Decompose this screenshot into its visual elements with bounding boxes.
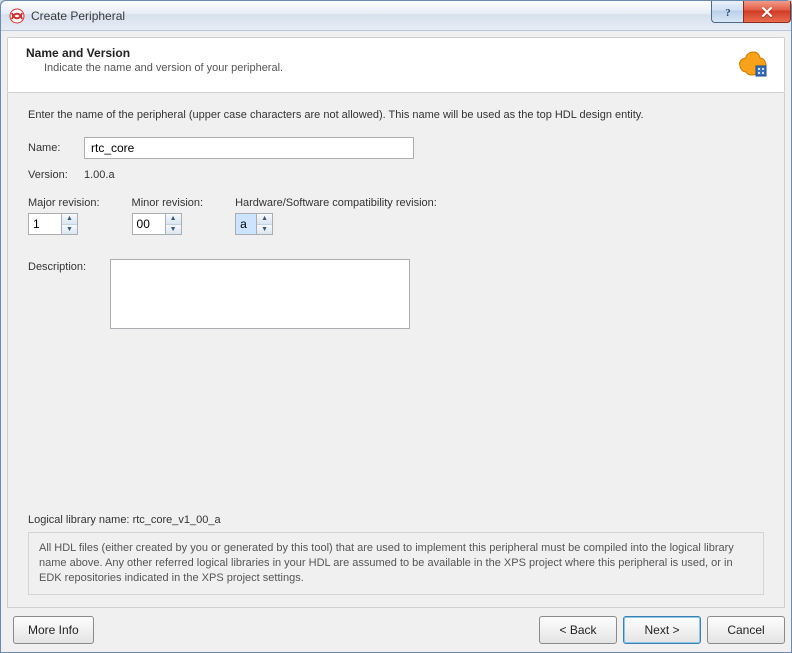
chevron-up-icon[interactable]: ▲ <box>62 214 77 225</box>
chevron-up-icon[interactable]: ▲ <box>257 214 272 225</box>
footer-right: < Back Next > Cancel <box>533 616 785 644</box>
chevron-down-icon[interactable]: ▼ <box>62 225 77 235</box>
next-button[interactable]: Next > <box>623 616 701 644</box>
name-input[interactable] <box>84 137 414 159</box>
major-revision-group: Major revision: ▲ ▼ <box>28 197 100 235</box>
compat-revision-label: Hardware/Software compatibility revision… <box>235 197 437 209</box>
description-label: Description: <box>28 259 100 273</box>
logical-library-name: Logical library name: rtc_core_v1_00_a <box>28 514 764 526</box>
chevron-up-icon[interactable]: ▲ <box>166 214 181 225</box>
header-title: Name and Version <box>26 46 726 60</box>
body-panel: Enter the name of the peripheral (upper … <box>7 93 785 608</box>
major-revision-spinner[interactable]: ▲ ▼ <box>28 213 100 235</box>
minor-revision-input[interactable] <box>132 213 166 235</box>
name-label: Name: <box>28 142 84 154</box>
version-row: Version: 1.00.a <box>28 169 764 181</box>
version-value: 1.00.a <box>84 169 115 181</box>
minor-revision-group: Minor revision: ▲ ▼ <box>132 197 204 235</box>
chevron-down-icon[interactable]: ▼ <box>257 225 272 235</box>
window-title: Create Peripheral <box>31 9 125 23</box>
description-row: Description: <box>28 259 764 329</box>
wizard-icon <box>736 46 772 82</box>
description-textarea[interactable] <box>110 259 410 329</box>
revision-group: Major revision: ▲ ▼ Minor revision: ▲ ▼ <box>28 197 764 235</box>
minor-revision-arrows: ▲ ▼ <box>166 213 182 235</box>
libname-label: Logical library name: <box>28 514 130 526</box>
help-button[interactable]: ? <box>711 1 743 23</box>
libname-value: rtc_core_v1_00_a <box>133 514 221 526</box>
intro-text: Enter the name of the peripheral (upper … <box>28 109 764 121</box>
dialog-window: Create Peripheral ? Name and Version Ind… <box>0 0 792 653</box>
major-revision-input[interactable] <box>28 213 62 235</box>
titlebar[interactable]: Create Peripheral ? <box>1 1 791 31</box>
compat-revision-group: Hardware/Software compatibility revision… <box>235 197 437 235</box>
header-subtitle: Indicate the name and version of your pe… <box>44 62 726 74</box>
close-button[interactable] <box>743 1 791 23</box>
svg-text:?: ? <box>725 7 731 18</box>
header-panel: Name and Version Indicate the name and v… <box>7 37 785 93</box>
name-row: Name: <box>28 137 764 159</box>
back-button[interactable]: < Back <box>539 616 617 644</box>
major-revision-label: Major revision: <box>28 197 100 209</box>
compat-revision-input[interactable] <box>235 213 257 235</box>
minor-revision-label: Minor revision: <box>132 197 204 209</box>
library-note: All HDL files (either created by you or … <box>28 532 764 595</box>
footer: More Info < Back Next > Cancel <box>7 616 785 644</box>
app-icon <box>9 8 25 24</box>
minor-revision-spinner[interactable]: ▲ ▼ <box>132 213 204 235</box>
cancel-button[interactable]: Cancel <box>707 616 785 644</box>
chevron-down-icon[interactable]: ▼ <box>166 225 181 235</box>
header-text: Name and Version Indicate the name and v… <box>26 46 726 74</box>
compat-revision-spinner[interactable]: ▲ ▼ <box>235 213 437 235</box>
major-revision-arrows: ▲ ▼ <box>62 213 78 235</box>
version-label: Version: <box>28 169 84 181</box>
body-spacer <box>28 329 764 514</box>
window-controls: ? <box>711 1 791 23</box>
compat-revision-arrows: ▲ ▼ <box>257 213 273 235</box>
more-info-button[interactable]: More Info <box>13 616 94 644</box>
